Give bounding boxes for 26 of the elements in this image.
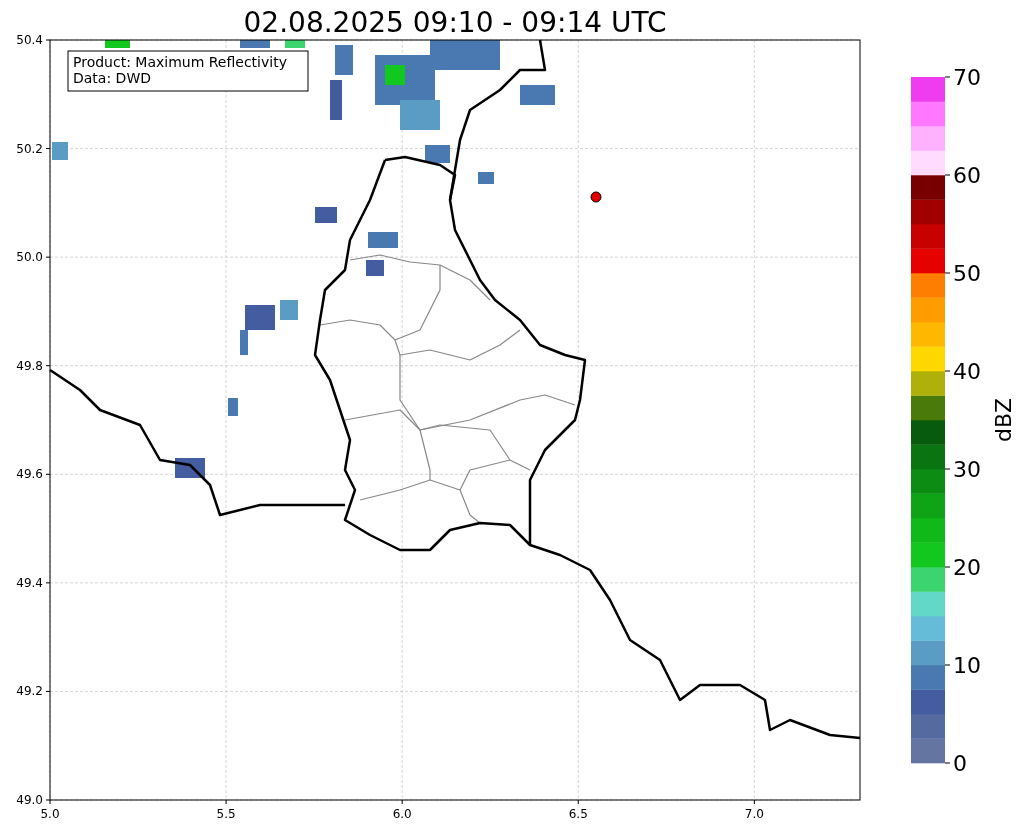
axis-tick-label: 49.8	[16, 358, 43, 373]
axis-tick-label: 50.4	[16, 33, 43, 47]
axis-tick-label: 49.2	[16, 684, 43, 699]
colorbar-label: dBZ	[991, 397, 1016, 443]
axis-tick-label: 6.5	[568, 807, 588, 821]
axis-tick-label: 49.4	[16, 575, 43, 590]
colorbar-tick-label: 10	[953, 653, 981, 678]
colorbar-tick-label: 20	[953, 555, 981, 580]
colorbar-tick-label: 0	[953, 751, 967, 776]
colorbar-tick-label: 30	[953, 457, 981, 482]
axis-tick-label: 50.0	[16, 250, 43, 265]
colorbar-tick-label: 50	[953, 261, 981, 286]
chart-title: 02.08.2025 09:10 - 09:14 UTC	[243, 6, 667, 39]
axis-tick-label: 49.6	[16, 467, 43, 482]
radar-site-marker	[590, 191, 602, 203]
colorbar-tick-label: 60	[953, 163, 981, 188]
axis-tick-label: 49.0	[16, 793, 43, 807]
colorbar-tick-label: 40	[953, 359, 981, 384]
axis-tick-label: 7.0	[744, 807, 764, 821]
axis-tick-label: 5.5	[216, 807, 236, 821]
colorbar-tick-label: 70	[953, 65, 981, 90]
annotation-text: Data: DWD	[73, 70, 151, 86]
axis-tick-label: 50.2	[16, 141, 43, 156]
annotation-text: Product: Maximum Reflectivity	[73, 54, 287, 70]
axis-tick-label: 5.0	[40, 807, 60, 821]
axis-tick-label: 6.0	[392, 807, 412, 821]
